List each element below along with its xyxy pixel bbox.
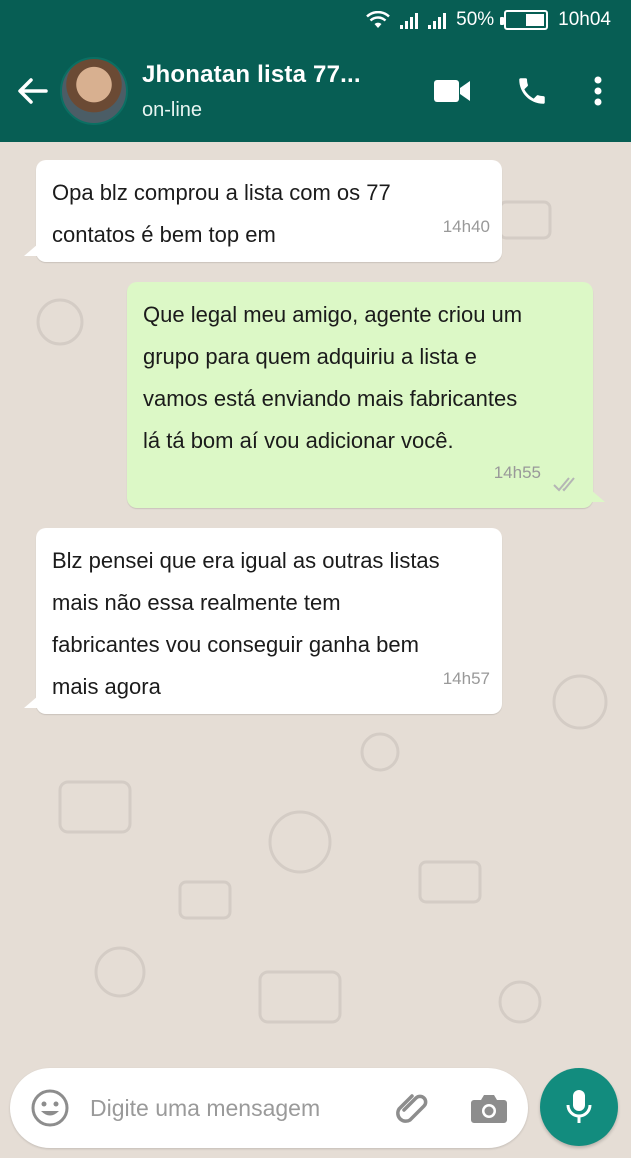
camera-icon[interactable] [470, 1092, 508, 1124]
signal-2-icon [428, 11, 447, 29]
message-bubble-outgoing[interactable]: Que legal meu amigo, agente criou um gru… [127, 282, 605, 508]
back-button[interactable] [4, 77, 60, 105]
mic-icon [566, 1090, 592, 1123]
more-options-icon[interactable] [593, 75, 603, 107]
status-bar: 50% 10h04 [0, 0, 631, 40]
attach-icon[interactable] [392, 1088, 432, 1128]
back-arrow-icon [18, 78, 48, 104]
avatar[interactable] [60, 57, 128, 125]
message-time: 14h57 [442, 669, 490, 688]
message-time: 14h40 [442, 217, 490, 236]
contact-status: on-line [142, 98, 203, 121]
message-composer[interactable]: Digite uma mensagem [10, 1068, 528, 1148]
message-line: Blz pensei que era igual as outras lista… [52, 548, 440, 573]
message-line: grupo para quem adquiriu a lista e [143, 344, 477, 369]
message-line: mais agora [52, 674, 161, 699]
message-line: contatos é bem top em [52, 222, 276, 247]
phone-icon[interactable] [515, 74, 549, 108]
chat-header: Jhonatan lista 77... on-line [0, 40, 631, 142]
message-line: fabricantes vou conseguir ganha bem [52, 632, 419, 657]
signal-1-icon [400, 11, 419, 29]
contact-info[interactable]: Jhonatan lista 77... on-line [142, 61, 433, 122]
message-line: Que legal meu amigo, agente criou um [143, 302, 523, 327]
contact-name: Jhonatan lista 77... [142, 60, 361, 88]
message-input[interactable]: Digite uma mensagem [90, 1095, 384, 1122]
clock: 10h04 [558, 9, 611, 30]
double-check-icon [553, 477, 575, 492]
battery-percent: 50% [456, 9, 495, 30]
mic-button[interactable] [540, 1068, 618, 1146]
message-line: vamos está enviando mais fabricantes [143, 386, 518, 411]
battery-icon [500, 10, 549, 30]
emoji-icon[interactable] [30, 1088, 70, 1128]
message-time: 14h55 [493, 463, 541, 482]
message-line: Opa blz comprou a lista com os 77 [52, 180, 391, 205]
message-bubble-incoming[interactable]: Opa blz comprou a lista com os 77 contat… [24, 160, 502, 262]
wifi-icon [366, 11, 390, 28]
message-bubble-incoming[interactable]: Blz pensei que era igual as outras lista… [24, 528, 502, 714]
chat-area[interactable]: Opa blz comprou a lista com os 77 contat… [0, 142, 631, 1067]
message-line: mais não essa realmente tem [52, 590, 341, 615]
video-call-icon[interactable] [433, 78, 471, 104]
